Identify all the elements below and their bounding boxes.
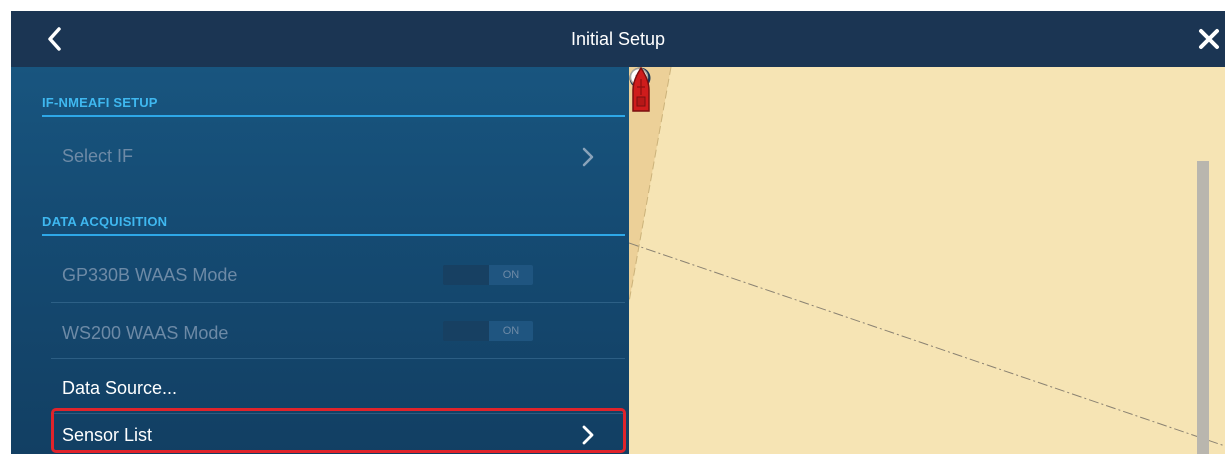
page-title: Initial Setup xyxy=(570,29,666,49)
row-divider xyxy=(51,302,625,303)
ws200-waas-toggle[interactable]: ON xyxy=(443,321,533,341)
gp330b-waas-toggle[interactable]: ON xyxy=(443,265,533,285)
sensor-list-highlight xyxy=(51,408,626,453)
toggle-on-label: ON xyxy=(489,321,533,341)
boat-icon xyxy=(632,67,650,112)
back-button[interactable] xyxy=(41,23,69,55)
chevron-left-icon xyxy=(48,27,61,51)
gp330b-waas-row: GP330B WAAS Mode ON xyxy=(51,253,625,297)
section-divider xyxy=(42,115,625,117)
toggle-on-label: ON xyxy=(489,265,533,285)
ws200-waas-label: WS200 WAAS Mode xyxy=(62,323,229,343)
chevron-right-icon xyxy=(582,147,594,167)
close-icon xyxy=(1199,29,1219,49)
map-canvas xyxy=(629,67,1225,447)
toggle-off-half xyxy=(443,321,489,341)
section-header-data-acquisition: DATA ACQUISITION xyxy=(42,214,168,229)
row-divider xyxy=(51,358,625,359)
track-line xyxy=(629,242,1225,447)
zoom-slider-track[interactable] xyxy=(1197,161,1209,454)
app-window: Initial Setup IF-NMEAFI SETUP Select IF … xyxy=(11,11,1225,454)
chart-map[interactable] xyxy=(629,67,1225,454)
title-bar: Initial Setup xyxy=(11,11,1225,67)
select-if-row[interactable]: Select IF xyxy=(51,134,625,174)
section-divider xyxy=(42,234,625,236)
gp330b-waas-label: GP330B WAAS Mode xyxy=(62,265,238,285)
settings-panel: IF-NMEAFI SETUP Select IF DATA ACQUISITI… xyxy=(11,67,629,454)
toggle-off-half xyxy=(443,265,489,285)
ws200-waas-row: WS200 WAAS Mode ON xyxy=(51,309,625,353)
data-source-label: Data Source... xyxy=(62,378,178,398)
close-button[interactable] xyxy=(1195,23,1223,55)
select-if-label: Select IF xyxy=(62,146,134,166)
data-source-row[interactable]: Data Source... xyxy=(51,364,625,408)
section-header-if-nmeafi: IF-NMEAFI SETUP xyxy=(42,95,158,110)
